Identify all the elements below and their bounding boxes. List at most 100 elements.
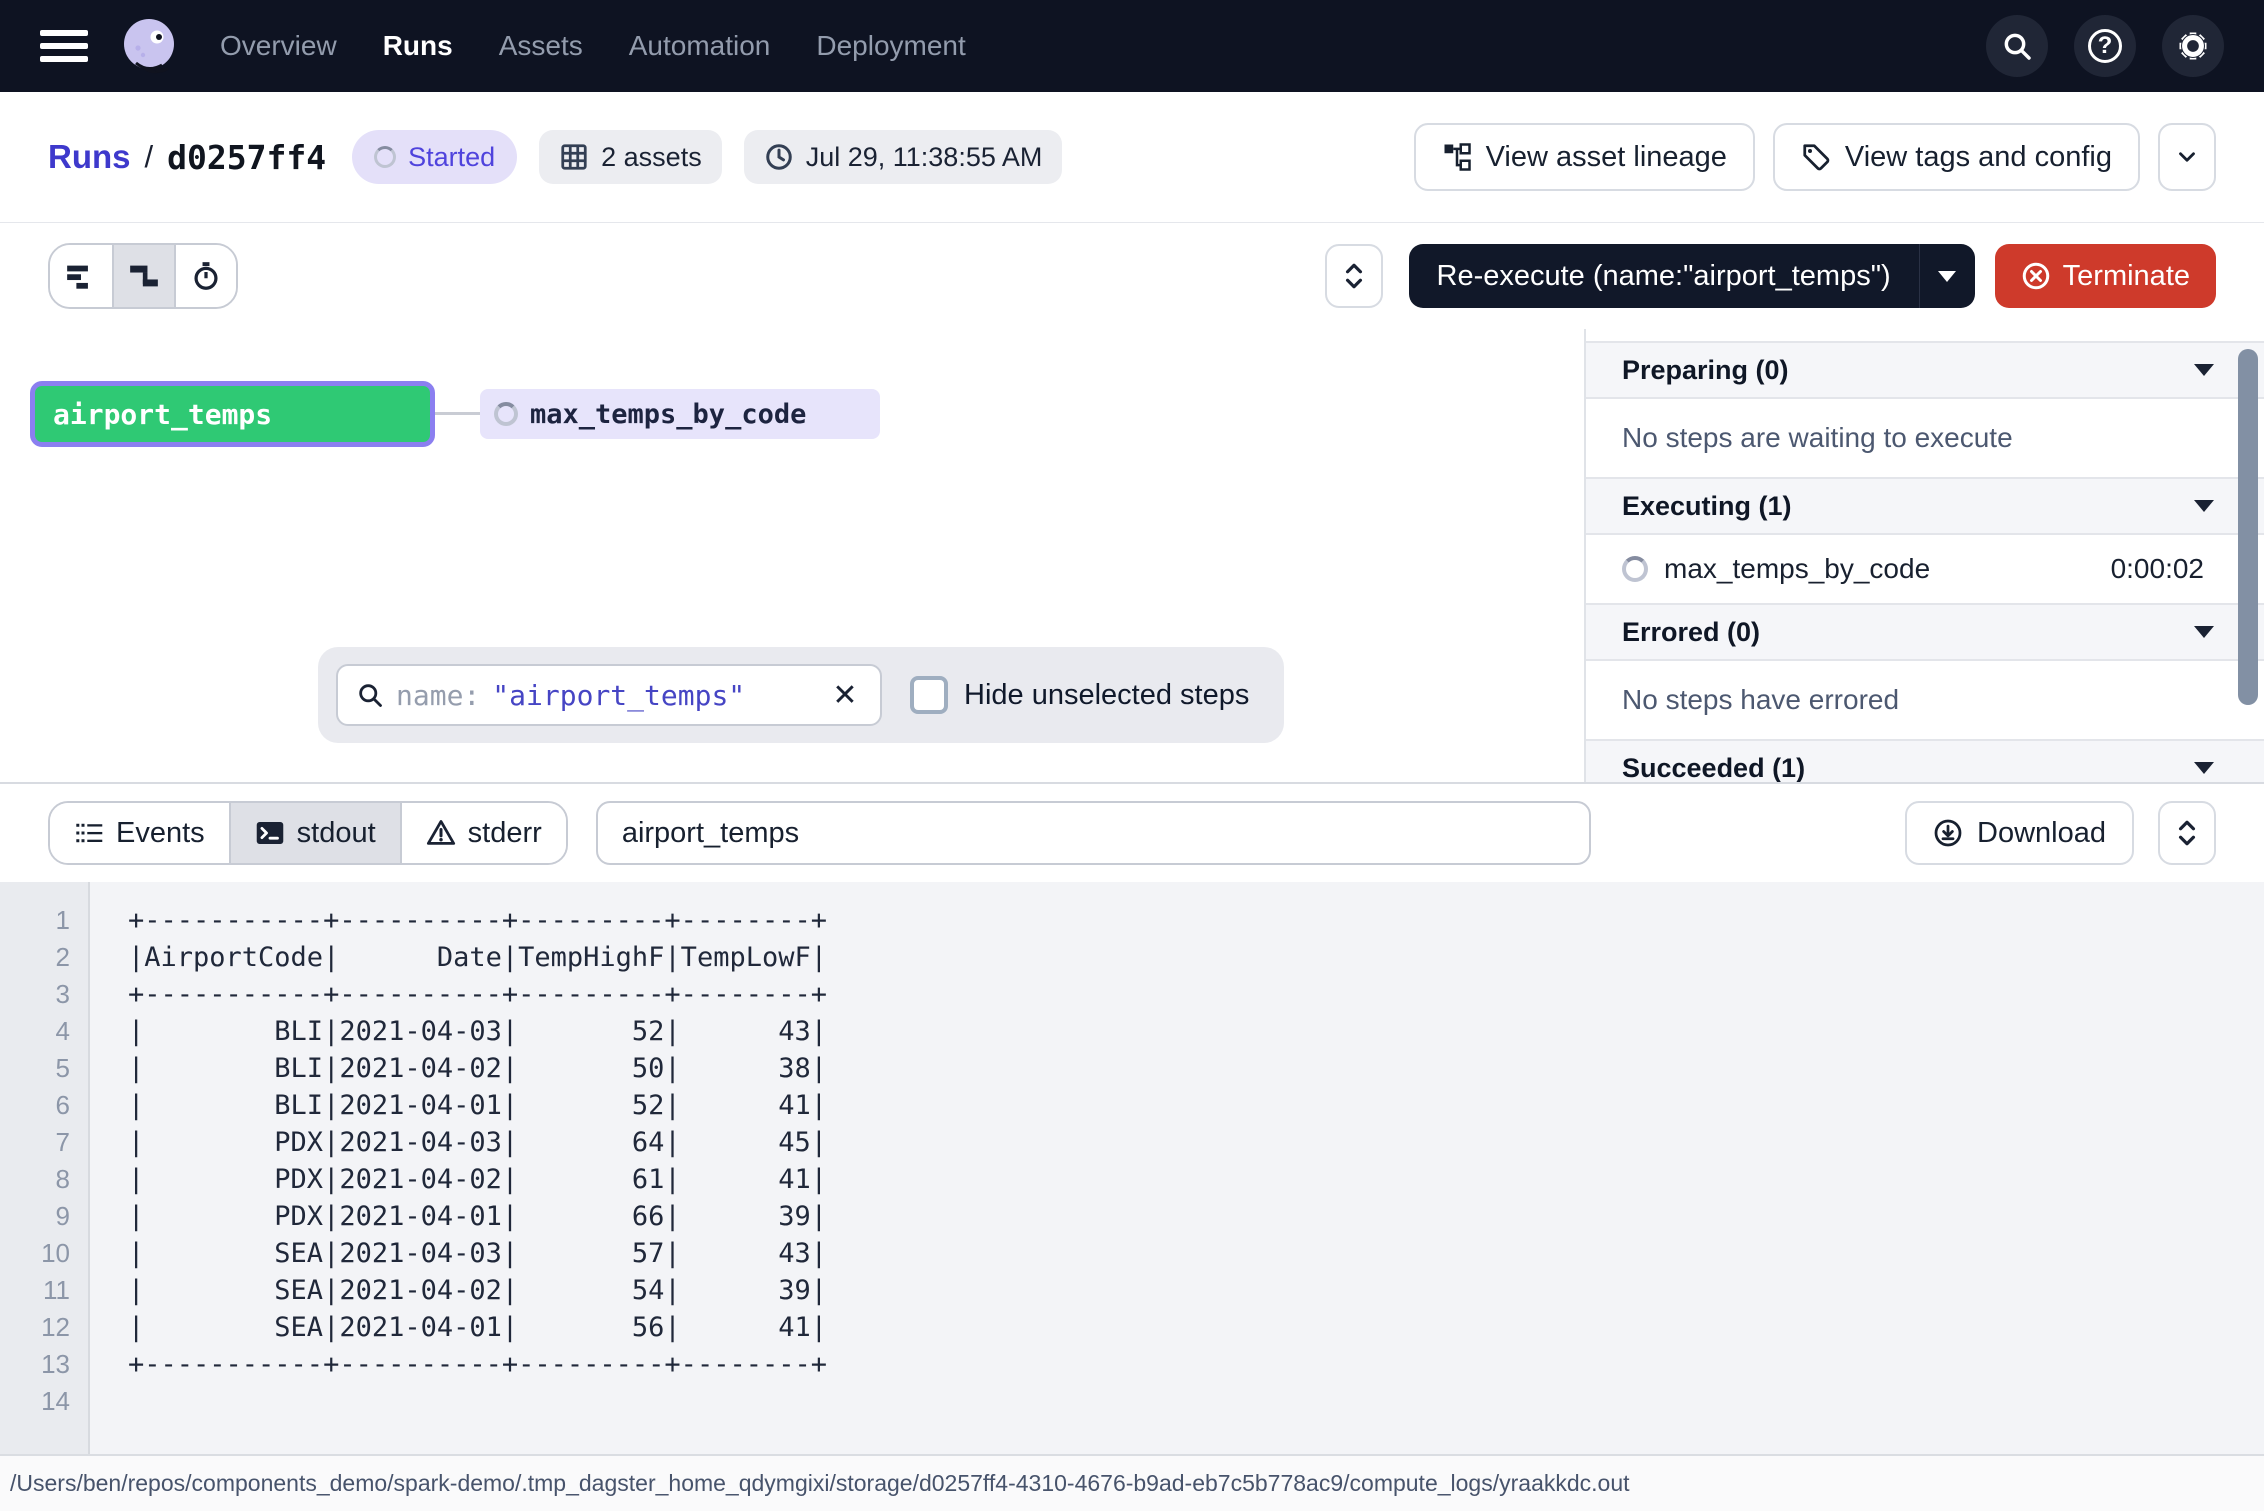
steps-panel-scrollbar[interactable] bbox=[2238, 349, 2258, 705]
section-preparing-title: Preparing (0) bbox=[1622, 355, 1789, 386]
breadcrumb-separator: / bbox=[145, 139, 154, 175]
executing-step-row[interactable]: max_temps_by_code 0:00:02 bbox=[1586, 535, 2264, 603]
gantt-toolbar: Re-execute (name:"airport_temps") Termin… bbox=[0, 223, 2264, 329]
view-mode-waterfall-button[interactable] bbox=[112, 245, 174, 307]
help-button[interactable] bbox=[2074, 15, 2136, 77]
chevron-down-icon bbox=[2174, 144, 2200, 170]
view-tags-config-label: View tags and config bbox=[1845, 141, 2112, 174]
section-preparing-header[interactable]: Preparing (0) bbox=[1586, 341, 2264, 399]
hamburger-menu-icon[interactable] bbox=[40, 30, 88, 62]
stopwatch-icon bbox=[191, 261, 221, 291]
assets-chip-label: 2 assets bbox=[601, 142, 702, 173]
step-graph-canvas[interactable]: airport_temps max_temps_by_code name: "a… bbox=[0, 329, 1584, 782]
primary-nav: Overview Runs Assets Automation Deployme… bbox=[220, 30, 966, 62]
log-line: 14 bbox=[0, 1383, 2264, 1420]
gantt-flat-icon bbox=[66, 261, 96, 291]
nav-item-overview[interactable]: Overview bbox=[220, 30, 337, 62]
nav-item-assets[interactable]: Assets bbox=[499, 30, 583, 62]
view-mode-flat-button[interactable] bbox=[50, 245, 112, 307]
log-line: 10| SEA|2021-04-03| 57| 43| bbox=[0, 1235, 2264, 1272]
expand-logs-button[interactable] bbox=[2158, 801, 2216, 865]
view-mode-timer-button[interactable] bbox=[174, 245, 236, 307]
log-line: 4| BLI|2021-04-03| 52| 43| bbox=[0, 1013, 2264, 1050]
gantt-waterfall-icon bbox=[129, 261, 159, 291]
view-tags-config-button[interactable]: View tags and config bbox=[1773, 123, 2140, 191]
caret-down-icon bbox=[2194, 364, 2214, 376]
view-asset-lineage-button[interactable]: View asset lineage bbox=[1414, 123, 1755, 191]
spinner-icon bbox=[374, 146, 396, 168]
step-node-airport-temps[interactable]: airport_temps bbox=[30, 381, 435, 447]
section-executing-header[interactable]: Executing (1) bbox=[1586, 477, 2264, 535]
search-button[interactable] bbox=[1986, 15, 2048, 77]
run-status-badge: Started bbox=[352, 130, 517, 184]
filter-query-value: "airport_temps" bbox=[492, 679, 745, 712]
log-step-selector-value: airport_temps bbox=[622, 817, 799, 850]
tab-events-label: Events bbox=[116, 817, 205, 850]
tag-icon bbox=[1801, 142, 1831, 172]
warning-triangle-icon bbox=[426, 818, 456, 848]
terminal-icon bbox=[255, 818, 285, 848]
reexecute-dropdown[interactable] bbox=[1919, 244, 1975, 308]
steps-panel: Preparing (0) No steps are waiting to ex… bbox=[1584, 329, 2264, 782]
step-filter-input[interactable]: name: "airport_temps" bbox=[336, 664, 882, 726]
reexecute-label: Re-execute (name:"airport_temps") bbox=[1409, 244, 1919, 308]
log-line: 8| PDX|2021-04-02| 61| 41| bbox=[0, 1161, 2264, 1198]
log-type-tabs: Events stdout stderr bbox=[48, 801, 568, 865]
circle-x-icon bbox=[2021, 261, 2051, 291]
grid-icon bbox=[559, 142, 589, 172]
settings-button[interactable] bbox=[2162, 15, 2224, 77]
caret-down-icon bbox=[1938, 271, 1956, 282]
search-icon bbox=[356, 681, 384, 709]
run-id: d0257ff4 bbox=[167, 138, 326, 177]
breadcrumb-runs-link[interactable]: Runs bbox=[48, 138, 131, 176]
expand-vertical-icon bbox=[1341, 261, 1367, 291]
reexecute-button[interactable]: Re-execute (name:"airport_temps") bbox=[1409, 244, 1975, 308]
tab-stderr-label: stderr bbox=[468, 817, 542, 850]
clear-filter-icon[interactable] bbox=[828, 678, 862, 713]
log-line: 1+-----------+----------+---------+-----… bbox=[0, 902, 2264, 939]
hide-unselected-checkbox[interactable] bbox=[910, 676, 948, 714]
top-nav: Overview Runs Assets Automation Deployme… bbox=[0, 0, 2264, 92]
nav-item-deployment[interactable]: Deployment bbox=[816, 30, 965, 62]
log-line: 6| BLI|2021-04-01| 52| 41| bbox=[0, 1087, 2264, 1124]
terminate-button[interactable]: Terminate bbox=[1995, 244, 2216, 308]
view-asset-lineage-label: View asset lineage bbox=[1486, 141, 1727, 174]
caret-down-icon bbox=[2194, 762, 2214, 774]
step-node-max-temps-by-code[interactable]: max_temps_by_code bbox=[480, 389, 880, 439]
section-errored-header[interactable]: Errored (0) bbox=[1586, 603, 2264, 661]
tab-stderr[interactable]: stderr bbox=[400, 803, 566, 863]
spinner-icon bbox=[494, 402, 518, 426]
step-node-label: max_temps_by_code bbox=[530, 399, 806, 430]
nav-item-automation[interactable]: Automation bbox=[629, 30, 771, 62]
step-filter-bar: name: "airport_temps" Hide unselected st… bbox=[318, 647, 1284, 743]
tab-stdout[interactable]: stdout bbox=[229, 803, 400, 863]
help-icon bbox=[2088, 29, 2122, 63]
search-icon bbox=[2001, 30, 2033, 62]
log-step-selector[interactable]: airport_temps bbox=[596, 801, 1591, 865]
zoom-fit-button[interactable] bbox=[1325, 244, 1383, 308]
caret-down-icon bbox=[2194, 626, 2214, 638]
section-preparing-empty: No steps are waiting to execute bbox=[1586, 399, 2264, 477]
run-gantt-area: airport_temps max_temps_by_code name: "a… bbox=[0, 329, 2264, 782]
nav-item-runs[interactable]: Runs bbox=[383, 30, 453, 62]
terminate-label: Terminate bbox=[2063, 260, 2190, 293]
section-errored-title: Errored (0) bbox=[1622, 617, 1760, 648]
log-output[interactable]: 1+-----------+----------+---------+-----… bbox=[0, 882, 2264, 1454]
run-status-label: Started bbox=[408, 142, 495, 173]
section-executing-title: Executing (1) bbox=[1622, 491, 1792, 522]
view-mode-toggle bbox=[48, 243, 238, 309]
log-line: 9| PDX|2021-04-01| 66| 39| bbox=[0, 1198, 2264, 1235]
executing-step-name: max_temps_by_code bbox=[1664, 553, 1930, 585]
section-succeeded-header[interactable]: Succeeded (1) bbox=[1586, 739, 2264, 782]
timestamp-label: Jul 29, 11:38:55 AM bbox=[806, 142, 1043, 173]
spinner-icon bbox=[1622, 556, 1648, 582]
run-actions-dropdown-button[interactable] bbox=[2158, 123, 2216, 191]
log-line: 12| SEA|2021-04-01| 56| 41| bbox=[0, 1309, 2264, 1346]
tab-events[interactable]: Events bbox=[50, 803, 229, 863]
assets-chip[interactable]: 2 assets bbox=[539, 130, 722, 184]
download-button[interactable]: Download bbox=[1905, 801, 2134, 865]
dagster-logo-icon[interactable] bbox=[118, 15, 180, 77]
event-list-icon bbox=[74, 818, 104, 848]
filter-query-prefix: name: bbox=[396, 679, 480, 712]
caret-down-icon bbox=[2194, 500, 2214, 512]
